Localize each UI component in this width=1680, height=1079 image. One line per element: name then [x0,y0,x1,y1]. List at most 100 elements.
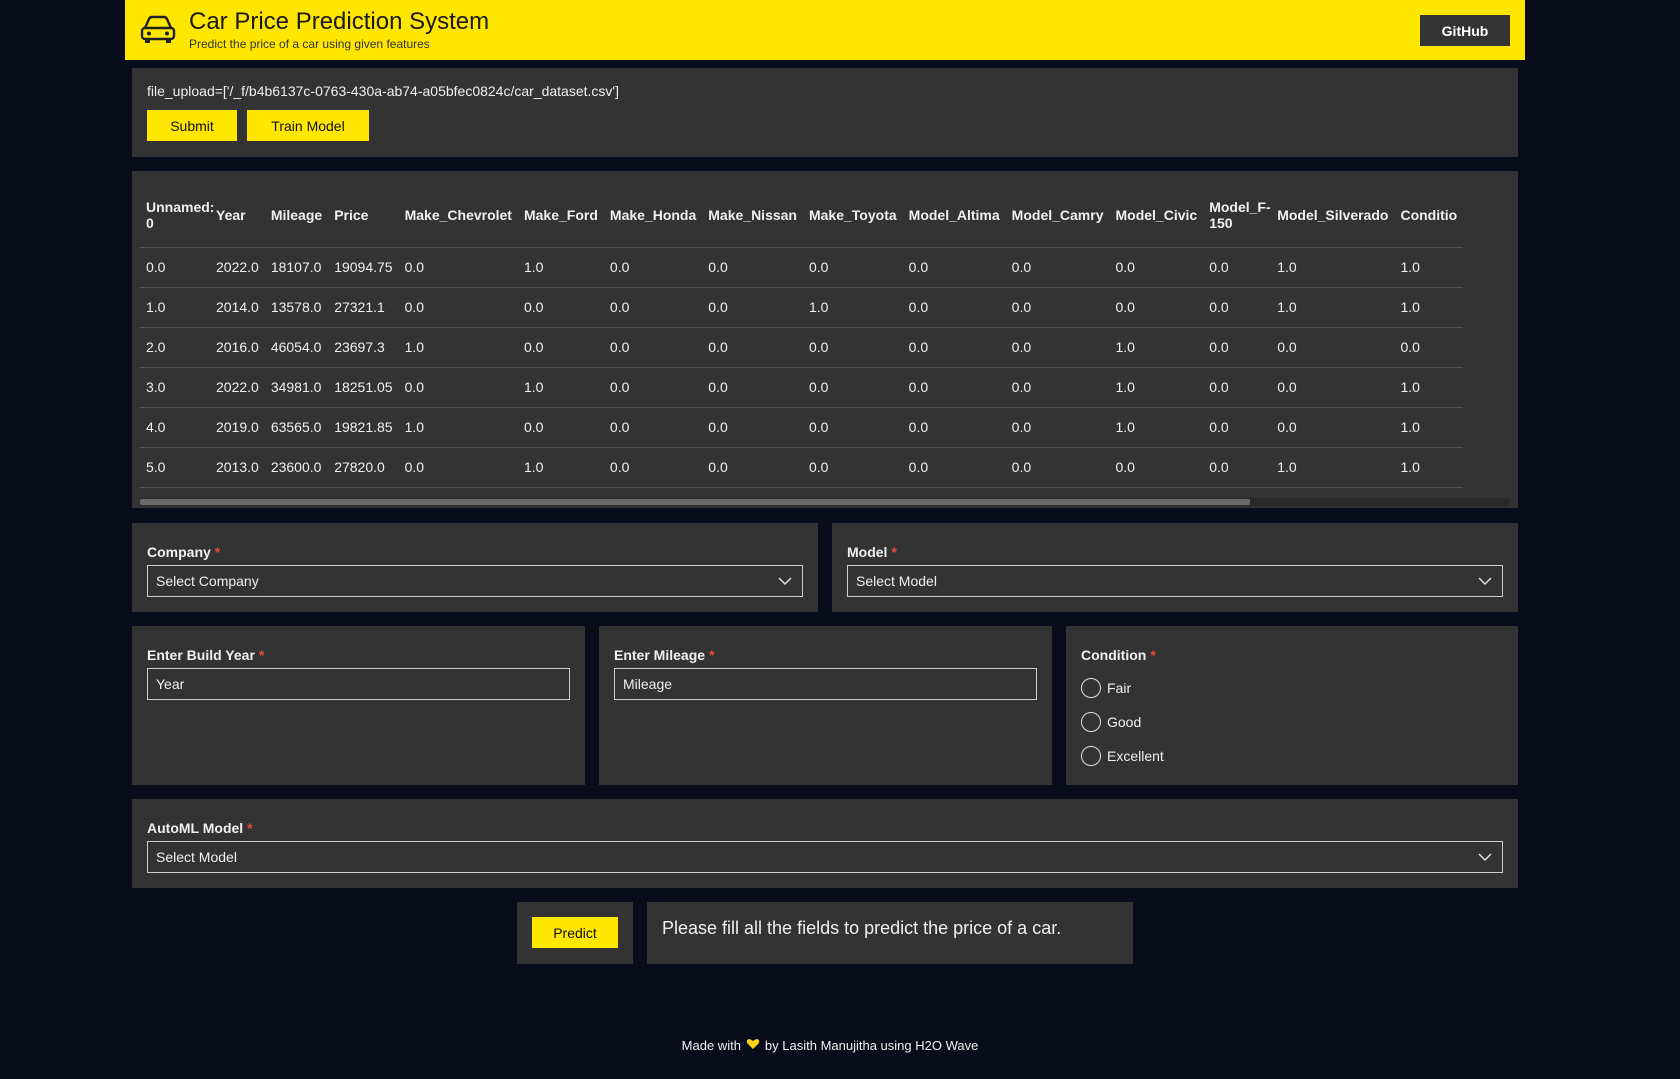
predict-button[interactable]: Predict [532,917,618,948]
automl-select[interactable]: Select Model [147,841,1503,873]
footer-suffix: by Lasith Manujitha using H2O Wave [764,1038,979,1053]
table-row: 4.0 2019.0 63565.0 19821.85 1.0 0.0 0.0 0.0 0.0 0… [140,407,1464,448]
build-year-label: Enter Build Year * [147,647,264,663]
table-cell: 0.0 [1203,247,1272,288]
table-cell: 2022.0 [210,247,265,288]
table-row: 2.0 2016.0 46054.0 23697.3 1.0 0.0 0.0 0.0 0.0 0.… [140,327,1464,368]
table-cell: 0.0 [603,327,703,368]
required-marker: * [891,544,897,560]
table-cell: 0.0 [603,447,703,488]
table-cell: 0.0 [1005,447,1110,488]
footer-prefix: Made with [681,1038,741,1053]
chevron-down-icon [1478,853,1492,862]
build-year-input[interactable]: Year [147,668,570,700]
table-cell: 3.0 [140,367,210,408]
predict-card: Predict [517,902,633,964]
table-header-row: Unnamed: 0 Year Mileage Price Make_Chevrolet… [140,195,1464,248]
table-column-header: Make_Nissan [702,195,803,248]
submit-button[interactable]: Submit [147,110,237,141]
required-marker: * [1150,647,1156,663]
heart-icon [746,1038,760,1053]
table-cell: 1.0 [517,447,604,488]
table-cell: 0.0 [1203,327,1272,368]
table-cell: 0.0 [1005,367,1110,408]
table-column-header: Model_Civic [1109,195,1204,248]
table-cell: 0.0 [398,367,518,408]
radio-circle[interactable] [1081,678,1101,698]
table-cell: 1.0 [1109,367,1204,408]
table-cell: 1.0 [398,407,518,448]
table-cell: 1.0 [517,367,604,408]
table-cell: 19821.85 [328,407,399,448]
table-cell: 0.0 [702,447,803,488]
table-cell: 2014.0 [210,287,265,328]
table-column-header: Make_Chevrolet [398,195,518,248]
chevron-down-icon [1478,577,1492,586]
automl-select-value: Select Model [156,849,237,865]
table-column-header: Mileage [264,195,329,248]
table-cell: 0.0 [702,407,803,448]
mileage-input[interactable]: Mileage [614,668,1037,700]
condition-label-text: Condition [1081,647,1147,663]
scrollbar-thumb[interactable] [140,499,1250,505]
table-scroll-area[interactable]: Unnamed: 0 Year Mileage Price Make_Chevrolet… [132,171,1518,491]
table-cell: 1.0 [1109,407,1204,448]
table-column-header: Model_Silverado [1271,195,1395,248]
table-cell: 0.0 [1203,447,1272,488]
table-cell: 19094.75 [328,247,399,288]
table-cell: 2022.0 [210,367,265,408]
file-upload-text: file_upload=['/_f/b4b6137c-0763-430a-ab7… [147,83,619,99]
model-card: Model * Select Model [832,523,1518,612]
table-row: 5.0 2013.0 23600.0 27820.0 0.0 1.0 0.0 0.0 0.0 0.… [140,447,1464,488]
table-cell: 5.0 [140,447,210,488]
company-select[interactable]: Select Company [147,565,803,597]
automl-label: AutoML Model * [147,820,253,836]
table-column-header: Price [328,195,399,248]
automl-label-text: AutoML Model [147,820,244,836]
prediction-message-card: Please fill all the fields to predict th… [647,902,1133,964]
table-cell: 1.0 [1394,287,1464,328]
radio-good[interactable]: Good [1081,712,1141,732]
table-body: 0.0 2022.0 18107.0 19094.75 0.0 1.0 0.0 0.0 0.0 0… [140,247,1464,488]
mileage-label: Enter Mileage * [614,647,714,663]
table-cell: 0.0 [1203,287,1272,328]
table-cell: 27321.1 [328,287,399,328]
github-button[interactable]: GitHub [1420,15,1510,46]
table-cell: 1.0 [140,287,210,328]
train-model-button[interactable]: Train Model [247,110,369,141]
table-cell: 2019.0 [210,407,265,448]
table-cell: 23600.0 [264,447,329,488]
radio-excellent[interactable]: Excellent [1081,746,1164,766]
table-cell: 0.0 [140,247,210,288]
radio-fair[interactable]: Fair [1081,678,1131,698]
table-column-header: Model_Camry [1005,195,1110,248]
table-cell: 0.0 [398,287,518,328]
table-cell: 0.0 [603,407,703,448]
table-cell: 4.0 [140,407,210,448]
radio-circle[interactable] [1081,712,1101,732]
mileage-card: Enter Mileage * Mileage [599,626,1052,785]
table-cell: 63565.0 [264,407,329,448]
table-cell: 0.0 [1271,327,1395,368]
table-cell: 0.0 [517,407,604,448]
radio-circle[interactable] [1081,746,1101,766]
table-cell: 46054.0 [264,327,329,368]
table-cell: 0.0 [1109,287,1204,328]
table-cell: 2016.0 [210,327,265,368]
table-cell: 18107.0 [264,247,329,288]
required-marker: * [709,647,715,663]
table-cell: 27820.0 [328,447,399,488]
table-column-header: Unnamed: 0 [140,195,214,248]
table-cell: 0.0 [603,287,703,328]
table-cell: 0.0 [1109,447,1204,488]
company-label-text: Company [147,544,211,560]
horizontal-scrollbar[interactable] [140,498,1510,506]
table-cell: 0.0 [702,247,803,288]
table-cell: 0.0 [398,247,518,288]
table-cell: 1.0 [1394,407,1464,448]
mileage-placeholder: Mileage [623,676,673,692]
table-row: 3.0 2022.0 34981.0 18251.05 0.0 1.0 0.0 0.0 0.0 0… [140,367,1464,408]
table-cell: 0.0 [702,287,803,328]
table-row: 1.0 2014.0 13578.0 27321.1 0.0 0.0 0.0 0.0 1.0 0.… [140,287,1464,328]
model-select[interactable]: Select Model [847,565,1503,597]
